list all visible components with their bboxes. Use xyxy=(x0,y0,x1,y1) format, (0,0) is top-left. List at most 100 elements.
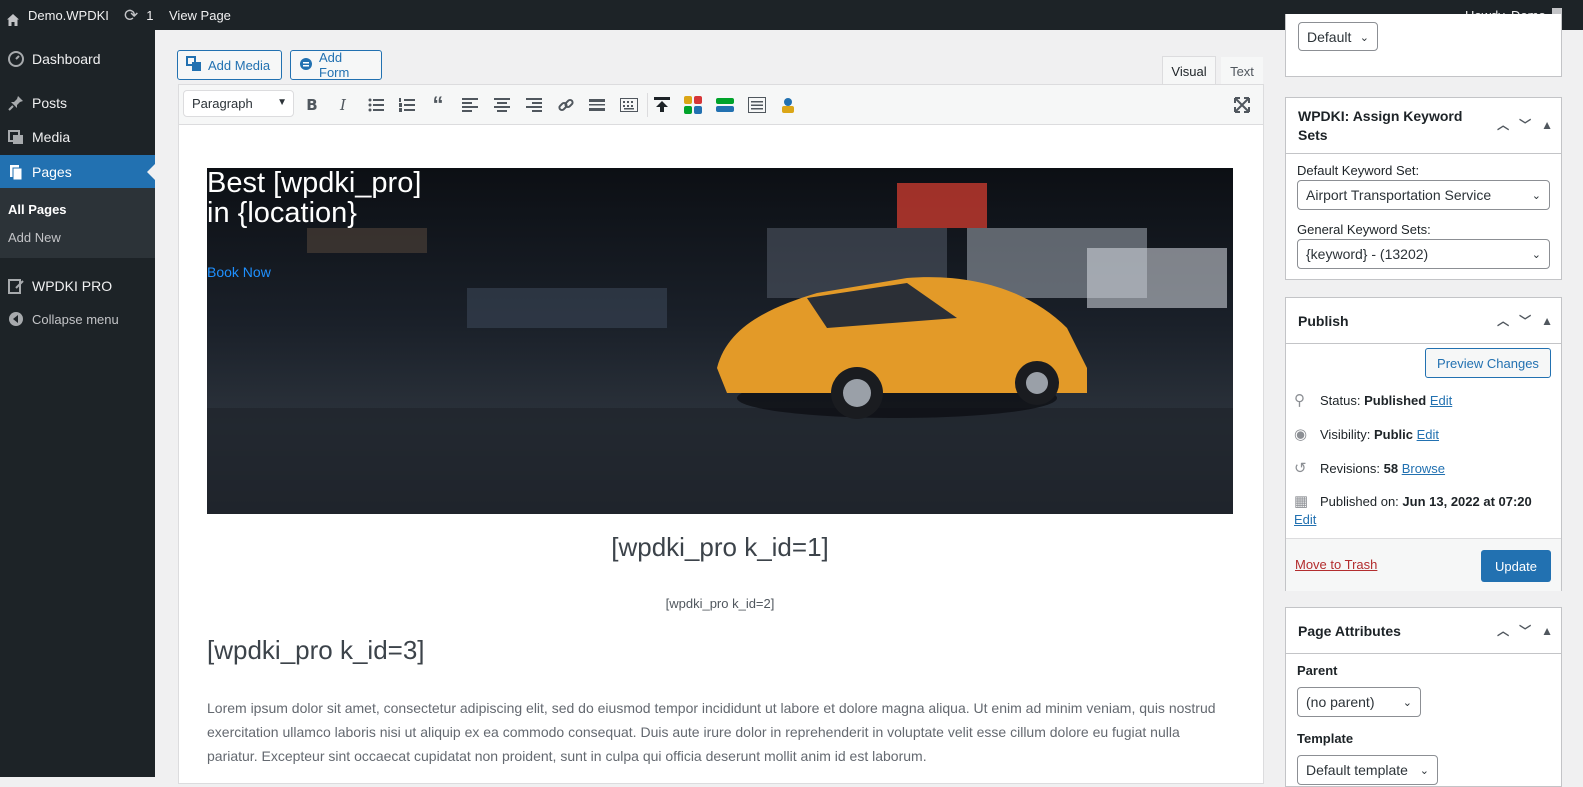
shortcode-heading-1: [wpdki_pro k_id=1] xyxy=(611,532,829,562)
toolbar-divider xyxy=(647,93,648,117)
template-select[interactable]: Default template ⌄ xyxy=(1297,755,1438,785)
keyboard-icon[interactable] xyxy=(619,95,639,115)
italic-icon[interactable]: I xyxy=(333,95,353,115)
upload-icon[interactable] xyxy=(652,95,672,115)
publish-panel: Publish ︿ ﹀ ▲ Preview Changes ⚲ Status: … xyxy=(1285,297,1562,591)
home-icon xyxy=(6,8,20,26)
submenu-add-new[interactable]: Add New xyxy=(8,230,61,245)
bold-icon[interactable]: B xyxy=(302,95,322,115)
visibility-value: Public xyxy=(1373,426,1413,442)
format-select-value: Paragraph xyxy=(192,96,253,111)
revisions-label: Revisions: xyxy=(1320,460,1380,476)
hero-image[interactable]: Best [wpdki_pro] in {location} Book Now xyxy=(207,168,1233,514)
pages-submenu: All Pages Add New xyxy=(0,188,155,258)
eye-icon: ◉ xyxy=(1294,426,1308,443)
align-left-icon[interactable] xyxy=(460,95,480,115)
status-value: Published xyxy=(1364,392,1427,408)
link-icon[interactable] xyxy=(556,95,576,115)
sidebar-item-media[interactable]: Media xyxy=(0,124,155,150)
publish-panel-title: Publish xyxy=(1298,312,1349,329)
chevron-up-icon[interactable]: ︿ xyxy=(1497,116,1509,135)
browse-revisions-link[interactable]: Browse xyxy=(1402,461,1445,476)
update-button[interactable]: Update xyxy=(1481,550,1551,582)
hero-title-line2: in {location} xyxy=(207,197,357,229)
chevron-down-icon: ⌄ xyxy=(1359,32,1369,44)
history-icon: ↺ xyxy=(1294,460,1307,477)
collapse-triangle-icon[interactable]: ▲ xyxy=(1541,116,1553,135)
align-right-icon[interactable] xyxy=(524,95,544,115)
default-keyword-select[interactable]: Airport Transportation Service ⌄ xyxy=(1297,180,1550,210)
chevron-down-icon[interactable]: ﹀ xyxy=(1519,116,1531,135)
edit-document-icon xyxy=(0,278,32,294)
status-row: ⚲ Status: Published Edit xyxy=(1294,391,1452,409)
updates-count: 1 xyxy=(146,7,154,23)
parent-select-value: (no parent) xyxy=(1306,694,1375,710)
admin-sidebar: Dashboard Posts Media Pages All Pages Ad… xyxy=(0,30,155,777)
calendar-icon: ▦ xyxy=(1294,493,1309,510)
read-more-icon[interactable] xyxy=(587,95,607,115)
publish-actions: Move to Trash Update xyxy=(1286,538,1561,591)
list-box-icon[interactable] xyxy=(747,95,767,115)
move-to-trash-link[interactable]: Move to Trash xyxy=(1295,557,1377,572)
sidebar-label-pages: Pages xyxy=(32,163,72,180)
lorem-paragraph: Lorem ipsum dolor sit amet, consectetur … xyxy=(207,700,1216,764)
divider-shortcode-icon[interactable] xyxy=(715,95,735,115)
top-settings-panel: Default ⌄ xyxy=(1285,14,1562,77)
hero-title: Best [wpdki_pro] in {location} xyxy=(207,168,421,228)
grid-color-icon[interactable] xyxy=(683,95,703,115)
published-value: Jun 13, 2022 at 07:20 xyxy=(1402,493,1532,509)
bullet-list-icon[interactable] xyxy=(366,95,386,115)
edit-date-link[interactable]: Edit xyxy=(1294,512,1316,527)
sidebar-item-posts[interactable]: Posts xyxy=(0,90,155,116)
published-label: Published on: xyxy=(1320,493,1399,509)
default-keyword-label: Default Keyword Set: xyxy=(1297,163,1420,178)
chevron-up-icon[interactable]: ︿ xyxy=(1497,622,1509,639)
align-center-icon[interactable] xyxy=(492,95,512,115)
format-select[interactable]: Paragraph ▼ xyxy=(183,90,294,117)
tab-visual[interactable]: Visual xyxy=(1162,56,1216,85)
pin-icon xyxy=(0,95,32,111)
collapse-menu-label: Collapse menu xyxy=(32,311,119,327)
numbered-list-icon[interactable] xyxy=(397,95,417,115)
shortcode-heading-3: [wpdki_pro k_id=3] xyxy=(207,635,425,665)
preview-changes-button[interactable]: Preview Changes xyxy=(1425,348,1551,378)
sidebar-label-posts: Posts xyxy=(32,95,68,111)
view-page-link[interactable]: View Page xyxy=(169,0,231,30)
add-media-button[interactable]: Add Media xyxy=(177,50,282,80)
user-lock-icon[interactable] xyxy=(778,95,798,115)
tab-text[interactable]: Text xyxy=(1220,56,1264,85)
add-form-button[interactable]: Add Form xyxy=(290,50,382,80)
sidebar-label-wpdki-pro: WPDKI PRO xyxy=(32,278,113,294)
parent-select[interactable]: (no parent) ⌄ xyxy=(1297,687,1421,717)
edit-status-link[interactable]: Edit xyxy=(1430,393,1452,408)
updates-link[interactable]: ⟳ 1 xyxy=(124,0,153,30)
blockquote-icon[interactable]: “ xyxy=(428,92,448,117)
chevron-down-icon[interactable]: ﹀ xyxy=(1519,312,1531,329)
sidebar-item-wpdki-pro[interactable]: WPDKI PRO xyxy=(0,273,155,299)
collapse-menu-button[interactable]: Collapse menu xyxy=(0,307,155,331)
default-select[interactable]: Default ⌄ xyxy=(1298,22,1378,51)
keyword-sets-panel: WPDKI: Assign Keyword Sets ︿ ﹀ ▲ Default… xyxy=(1285,97,1562,280)
chevron-up-icon[interactable]: ︿ xyxy=(1497,312,1509,329)
collapse-triangle-icon[interactable]: ▲ xyxy=(1541,624,1553,638)
edit-visibility-link[interactable]: Edit xyxy=(1417,427,1439,442)
template-select-value: Default template xyxy=(1306,762,1408,778)
fullscreen-icon[interactable] xyxy=(1232,95,1252,115)
chevron-down-icon[interactable]: ﹀ xyxy=(1519,622,1531,639)
keyword-panel-header: WPDKI: Assign Keyword Sets ︿ ﹀ ▲ xyxy=(1286,98,1561,154)
book-now-link[interactable]: Book Now xyxy=(207,264,271,280)
chevron-down-icon: ⌄ xyxy=(1402,697,1412,709)
collapse-triangle-icon[interactable]: ▲ xyxy=(1541,314,1553,328)
collapse-arrow-icon xyxy=(0,311,32,327)
dropdown-triangle-icon: ▼ xyxy=(277,97,287,108)
publish-panel-header: Publish ︿ ﹀ ▲ xyxy=(1286,298,1561,344)
site-home-link[interactable]: Demo.WPDKI xyxy=(6,0,109,30)
sidebar-item-dashboard[interactable]: Dashboard xyxy=(0,46,155,72)
attributes-panel-title: Page Attributes xyxy=(1298,622,1401,639)
parent-label: Parent xyxy=(1297,663,1338,678)
visibility-label: Visibility: xyxy=(1320,426,1371,442)
sidebar-item-pages[interactable]: Pages xyxy=(0,155,155,188)
template-label: Template xyxy=(1297,731,1354,746)
general-keyword-select[interactable]: {keyword} - (13202) ⌄ xyxy=(1297,239,1550,269)
submenu-all-pages[interactable]: All Pages xyxy=(8,202,67,217)
